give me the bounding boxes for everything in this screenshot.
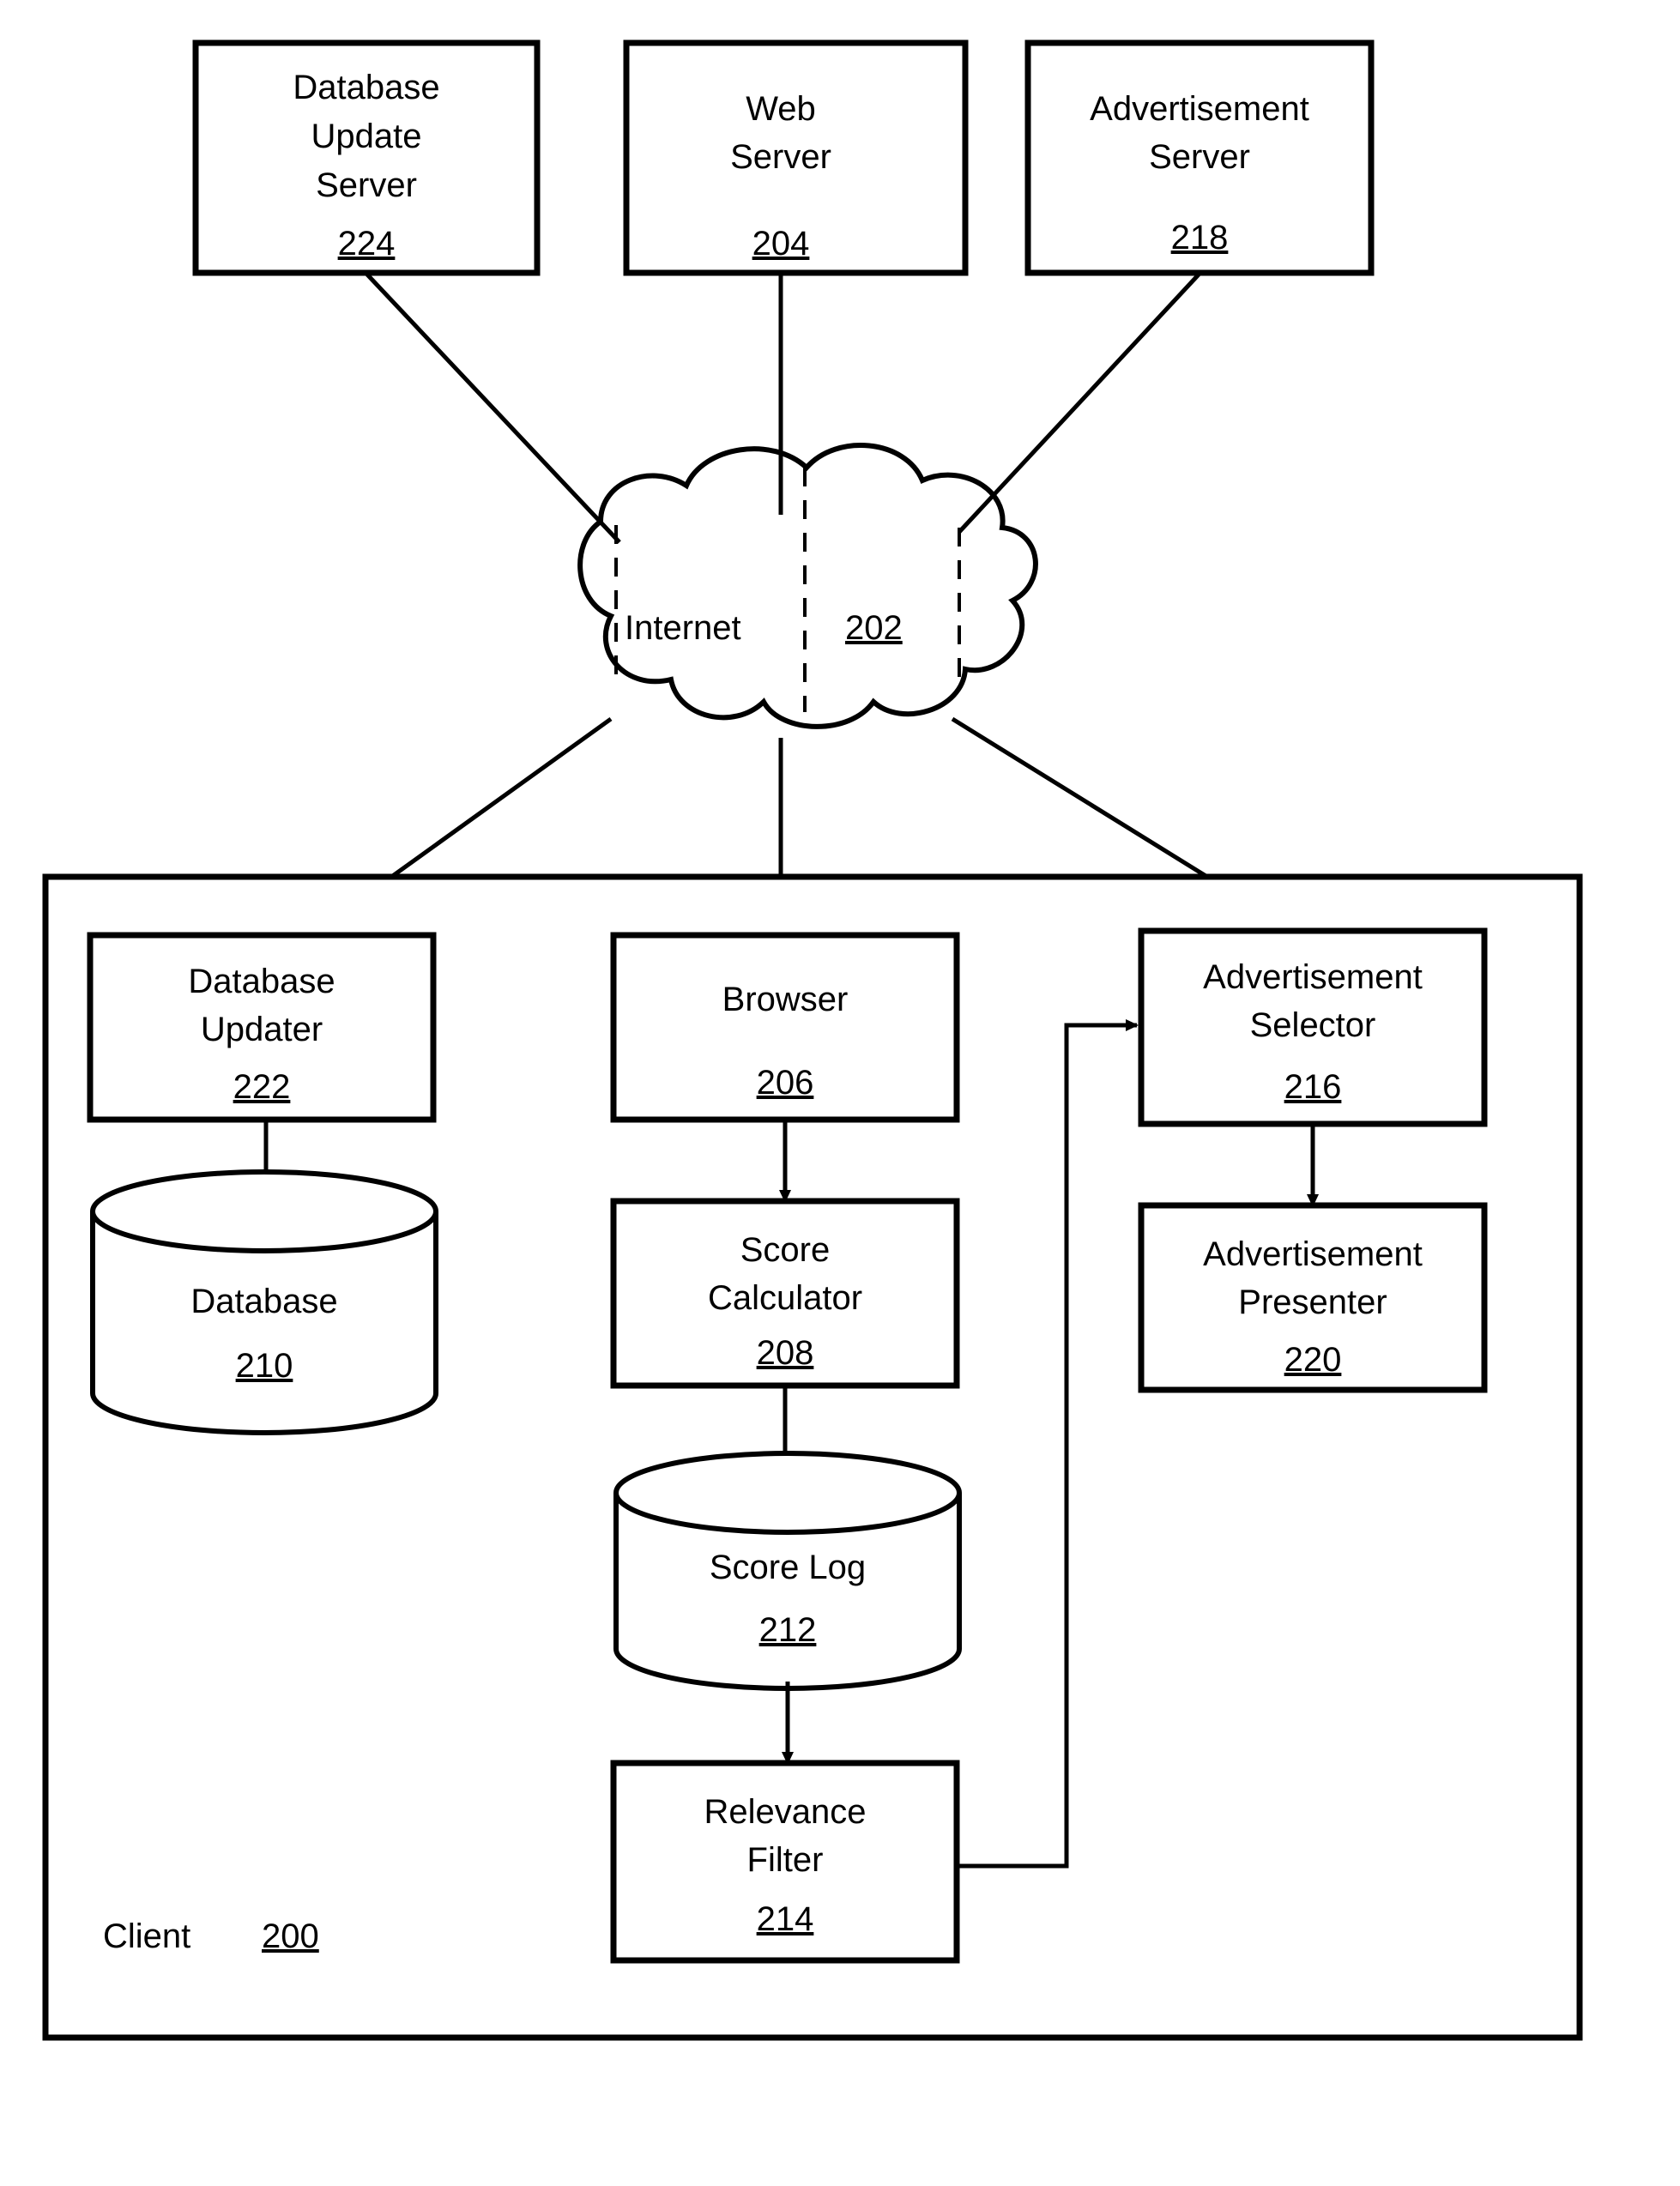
browser-label: Browser [722,981,849,1018]
database-label: Database [190,1283,337,1320]
ad-presenter-label-line2: Presenter [1238,1283,1387,1321]
ad-presenter-ref: 220 [1284,1341,1342,1379]
ad-presenter-label-line1: Advertisement [1203,1235,1423,1273]
db-update-server-label-line1: Database [293,69,439,106]
ad-selector-label-line2: Selector [1250,1006,1376,1044]
web-server-label-line1: Web [746,90,816,128]
database-ref: 210 [236,1347,293,1385]
internet-cloud-shape [577,442,1038,729]
score-log-ref: 212 [759,1611,817,1649]
database-updater-label-line1: Database [188,963,335,1000]
ad-selector-label-line1: Advertisement [1203,958,1423,996]
ad-server-label-line2: Server [1149,138,1250,176]
score-log-node[interactable]: Score Log 212 [613,1451,962,1691]
db-update-server-node[interactable]: Database Update Server 224 [192,39,541,276]
web-server-ref: 204 [752,225,810,263]
relevance-filter-node[interactable]: Relevance Filter 214 [610,1760,960,1964]
score-log-label: Score Log [710,1549,866,1586]
ad-selector-ref: 216 [1284,1068,1342,1106]
relevance-filter-label-line2: Filter [747,1841,824,1879]
web-server-label-line2: Server [730,138,831,176]
ad-server-node[interactable]: Advertisement Server 218 [1024,39,1375,276]
score-calculator-label-line2: Calculator [708,1279,862,1317]
score-calculator-ref: 208 [757,1334,814,1372]
score-calculator-label-line1: Score [740,1231,831,1269]
database-node[interactable]: Database 210 [90,1169,438,1435]
database-updater-node[interactable]: Database Updater 222 [87,932,437,1123]
client-ref: 200 [262,1917,319,1955]
ad-server-label-line1: Advertisement [1090,90,1309,128]
ad-presenter-node[interactable]: Advertisement Presenter 220 [1138,1202,1488,1393]
relevance-filter-label-line1: Relevance [704,1793,866,1831]
ad-server-ref: 218 [1171,219,1229,257]
link-db-update-server-to-internet [366,273,621,544]
browser-node[interactable]: Browser 206 [610,932,960,1123]
db-update-server-ref: 224 [338,225,396,263]
db-update-server-label-line3: Server [316,166,417,204]
web-server-node[interactable]: Web Server 204 [623,39,969,276]
client-label: Client [103,1917,190,1955]
database-updater-ref: 222 [233,1068,291,1106]
internet-label: Internet [625,609,741,647]
internet-cloud[interactable]: Internet 202 [577,442,1038,729]
relevance-filter-ref: 214 [757,1900,814,1938]
score-calculator-node[interactable]: Score Calculator 208 [610,1198,960,1389]
db-update-server-label-line2: Update [311,118,422,155]
database-updater-label-line2: Updater [201,1011,323,1048]
patent-figure: Database Update Server 224 Web Server 20… [0,0,1680,2186]
internet-ref: 202 [845,609,903,647]
browser-ref: 206 [757,1064,814,1102]
ad-selector-node[interactable]: Advertisement Selector 216 [1138,927,1488,1127]
